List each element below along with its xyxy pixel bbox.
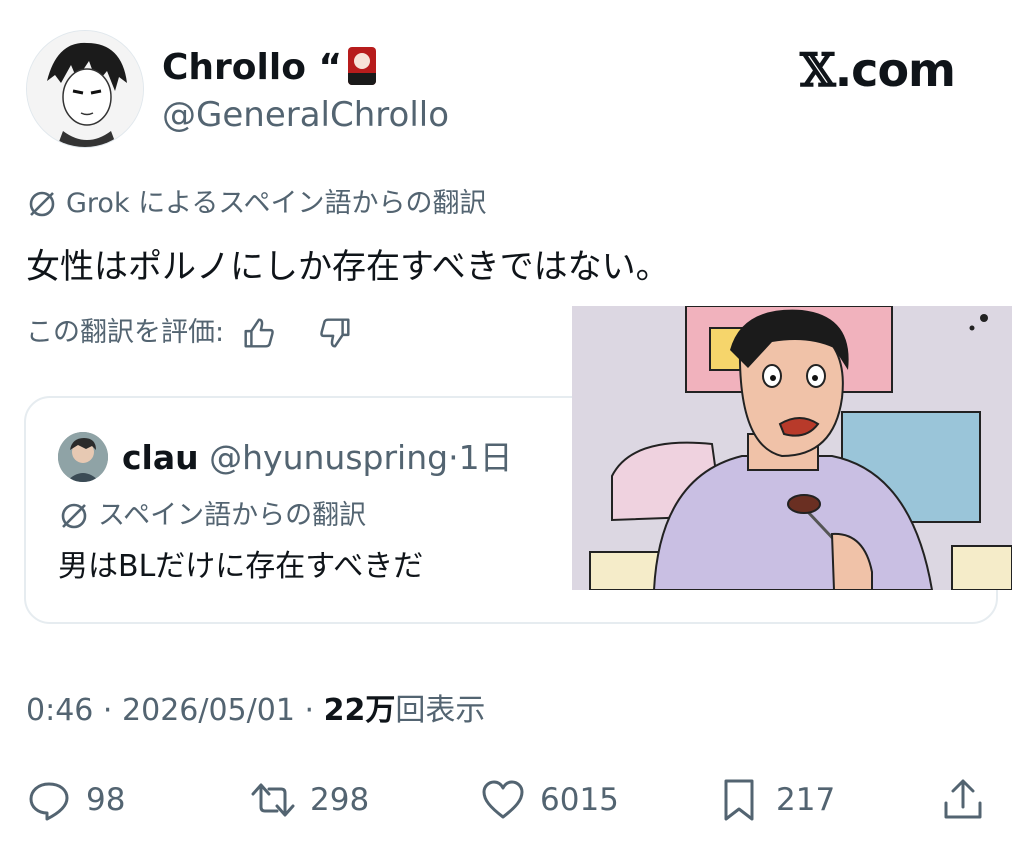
hanafuda-badge-icon <box>348 47 377 85</box>
repost-icon <box>251 783 295 817</box>
tweet-text: 女性はポルノにしか存在すべきではない。 <box>26 247 670 287</box>
like-button[interactable]: 6015 <box>480 774 619 826</box>
repost-button[interactable]: 298 <box>250 774 369 826</box>
meta-separator: · <box>102 693 113 728</box>
quoted-author-name[interactable]: clau <box>122 438 199 477</box>
quoted-tweet-header: clau @hyunuspring·1日 <box>122 436 513 480</box>
slash-circle-icon <box>29 191 55 217</box>
quoted-separator: · <box>448 438 459 477</box>
reply-count: 98 <box>86 782 126 818</box>
translation-notice[interactable]: Grok によるスペイン語からの翻訳 <box>26 186 486 222</box>
reply-button[interactable]: 98 <box>26 774 125 826</box>
quoted-time: 1日 <box>458 438 513 477</box>
tweet-date[interactable]: 2026/05/01 <box>122 693 295 728</box>
quoted-author-avatar[interactable] <box>58 432 108 482</box>
author-display-name[interactable]: Chrollo “ <box>162 44 377 92</box>
display-name-text: Chrollo “ <box>162 47 343 88</box>
rate-translation-label: この翻訳を評価: <box>26 317 225 348</box>
tweet-time[interactable]: 0:46 <box>26 693 93 728</box>
meta-separator: · <box>304 693 315 728</box>
thumbs-down-icon[interactable] <box>316 314 354 352</box>
author-avatar[interactable] <box>26 30 144 148</box>
slash-circle-icon <box>61 503 87 529</box>
rate-translation-row: この翻訳を評価: <box>26 314 354 352</box>
views-label: 回表示 <box>395 693 486 728</box>
bookmark-button[interactable]: 217 <box>716 774 835 826</box>
x-logo-glyph: 𝕏 <box>800 43 836 97</box>
repost-count: 298 <box>310 782 370 818</box>
share-icon <box>944 779 982 819</box>
quoted-translation-notice-text: スペイン語からの翻訳 <box>98 500 367 531</box>
x-logo-domain: .com <box>834 43 956 97</box>
thumbs-up-icon[interactable] <box>240 314 278 352</box>
author-handle[interactable]: @GeneralChrollo <box>162 92 449 138</box>
quoted-translation-notice[interactable]: スペイン語からの翻訳 <box>58 498 366 534</box>
like-count: 6015 <box>540 782 619 818</box>
tweet-meta: 0:46 · 2026/05/01 · 22万回表示 <box>26 690 485 732</box>
quoted-tweet-text: 男はBLだけに存在すべきだ <box>58 549 424 584</box>
translation-notice-text: Grok によるスペイン語からの翻訳 <box>66 188 487 219</box>
views-count: 22万 <box>323 693 396 728</box>
quoted-author-handle: @hyunuspring <box>209 438 449 477</box>
bookmark-icon <box>724 779 754 821</box>
reply-icon <box>29 782 69 821</box>
bookmark-count: 217 <box>776 782 836 818</box>
share-button[interactable] <box>940 774 986 826</box>
heart-icon <box>482 780 524 819</box>
x-com-logo: 𝕏.com <box>800 42 956 98</box>
cartoon-image[interactable] <box>572 306 1012 590</box>
